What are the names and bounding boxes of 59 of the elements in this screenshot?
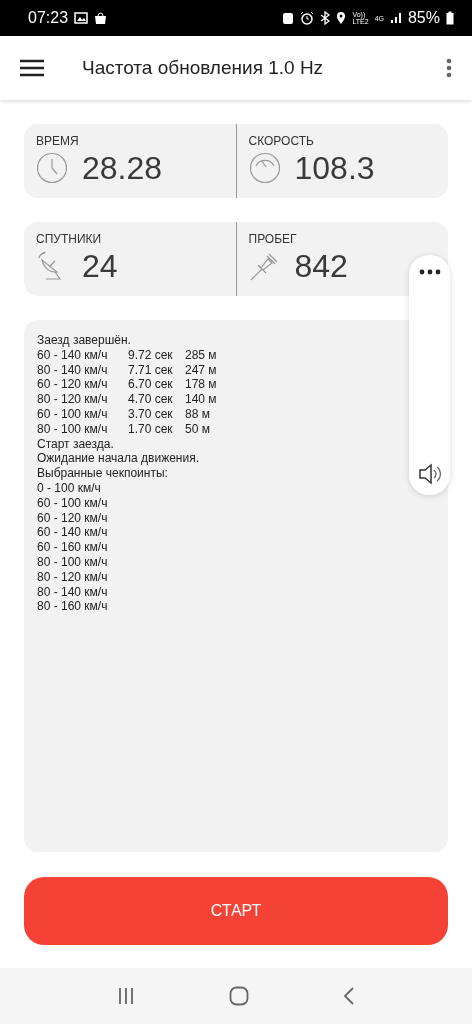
shopping-bag-icon	[94, 11, 108, 25]
location-icon	[336, 11, 347, 25]
stat-value: 24	[82, 248, 118, 284]
log-line: 60 - 160 км/ч	[37, 540, 109, 555]
stat-label: СКОРОСТЬ	[248, 134, 315, 148]
log-line: Выбранные чекпоинты:	[37, 466, 169, 481]
log-line: Старт заезда.	[37, 436, 115, 452]
signal-icon	[389, 12, 402, 24]
log-line: 60 - 140 км/ч	[37, 525, 109, 541]
speed-range: 60 - 100 км/ч	[37, 407, 109, 422]
run-time: 9.72 сек	[128, 347, 174, 363]
back-icon[interactable]	[343, 986, 355, 1006]
stat-value: 108.3	[294, 150, 375, 186]
log-line: 0 - 100 км/ч	[37, 480, 102, 496]
speed-range: 80 - 140 км/ч	[37, 362, 109, 378]
stat-label: ВРЕМЯ	[36, 134, 80, 148]
run-distance: 88 м	[185, 407, 211, 422]
recent-apps-icon[interactable]	[117, 987, 135, 1005]
run-time: 6.70 сек	[128, 377, 174, 393]
run-distance: 140 м	[185, 392, 218, 407]
clock-icon	[36, 152, 68, 184]
run-distance: 247 м	[185, 362, 218, 378]
app-title: Частота обновления 1.0 Hz	[82, 57, 325, 79]
more-options-icon[interactable]	[446, 58, 452, 78]
run-distance: 285 м	[185, 347, 218, 363]
stat-value: 842	[294, 248, 348, 284]
run-time: 7.71 сек	[128, 362, 174, 378]
log-line: 80 - 100 км/ч	[37, 554, 109, 570]
speed-range: 60 - 120 км/ч	[37, 377, 109, 393]
menu-icon[interactable]	[20, 59, 44, 77]
log-line: 60 - 120 км/ч	[37, 510, 109, 526]
stat-label: СПУТНИКИ	[36, 232, 103, 246]
start-button[interactable]: СТАРТ	[24, 877, 448, 945]
log-line: 80 - 140 км/ч	[37, 584, 109, 600]
bluetooth-icon	[320, 11, 331, 25]
battery-percent: 85%	[407, 9, 440, 27]
more-icon[interactable]	[418, 269, 441, 275]
speed-range: 80 - 120 км/ч	[37, 392, 109, 407]
run-distance: 178 м	[185, 377, 218, 393]
status-time: 07:23	[28, 9, 69, 27]
gallery-icon	[74, 12, 89, 24]
stat-label: ПРОБЕГ	[248, 232, 298, 246]
speed-range: 60 - 140 км/ч	[37, 347, 109, 363]
log-line: 60 - 100 км/ч	[37, 495, 109, 511]
run-time: 3.70 сек	[128, 407, 174, 422]
home-icon[interactable]	[229, 986, 249, 1006]
log-line: Ожидание начала движения.	[37, 451, 200, 467]
log-line: Заезд завершён.	[37, 333, 132, 348]
gauge-icon	[248, 152, 281, 184]
alarm-icon	[300, 11, 315, 25]
speed-range: 80 - 100 км/ч	[37, 421, 109, 437]
run-time: 4.70 сек	[128, 392, 174, 407]
stat-value: 28.28	[82, 150, 163, 186]
run-distance: 50 м	[185, 421, 211, 437]
run-time: 1.70 сек	[128, 421, 174, 437]
log-line: 80 - 160 км/ч	[37, 599, 109, 615]
log-line: 80 - 120 км/ч	[37, 569, 109, 585]
battery-icon	[446, 11, 454, 25]
speaker-icon[interactable]	[417, 463, 442, 485]
